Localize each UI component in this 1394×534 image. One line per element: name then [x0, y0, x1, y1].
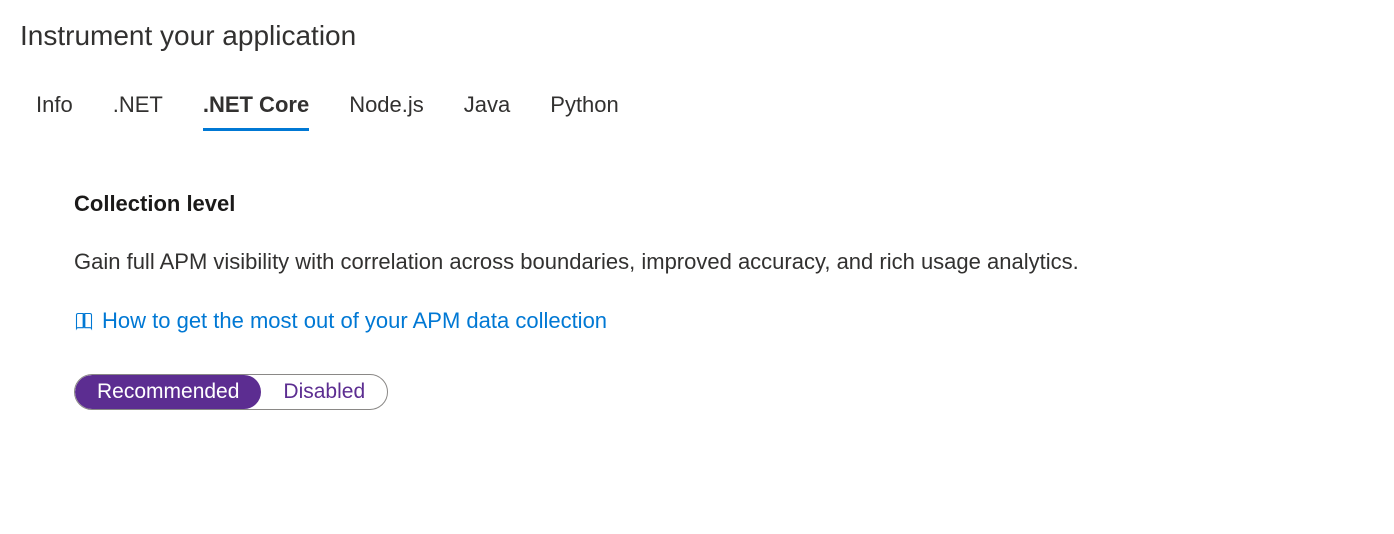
page-title: Instrument your application	[20, 20, 1374, 52]
toggle-recommended[interactable]: Recommended	[75, 375, 261, 409]
tab-dotnet-core[interactable]: .NET Core	[203, 92, 309, 131]
tab-java[interactable]: Java	[464, 92, 510, 131]
apm-doc-link[interactable]: How to get the most out of your APM data…	[74, 308, 607, 334]
toggle-disabled[interactable]: Disabled	[261, 375, 387, 409]
content-panel: Collection level Gain full APM visibilit…	[20, 191, 1374, 410]
collection-level-description: Gain full APM visibility with correlatio…	[74, 247, 1374, 278]
collection-level-heading: Collection level	[74, 191, 1374, 217]
tab-info[interactable]: Info	[36, 92, 73, 131]
tab-nodejs[interactable]: Node.js	[349, 92, 424, 131]
apm-doc-link-text: How to get the most out of your APM data…	[102, 308, 607, 334]
tab-dotnet[interactable]: .NET	[113, 92, 163, 131]
book-icon	[74, 311, 94, 331]
tab-python[interactable]: Python	[550, 92, 619, 131]
collection-level-toggle: Recommended Disabled	[74, 374, 388, 410]
tabs: Info .NET .NET Core Node.js Java Python	[20, 92, 1374, 131]
